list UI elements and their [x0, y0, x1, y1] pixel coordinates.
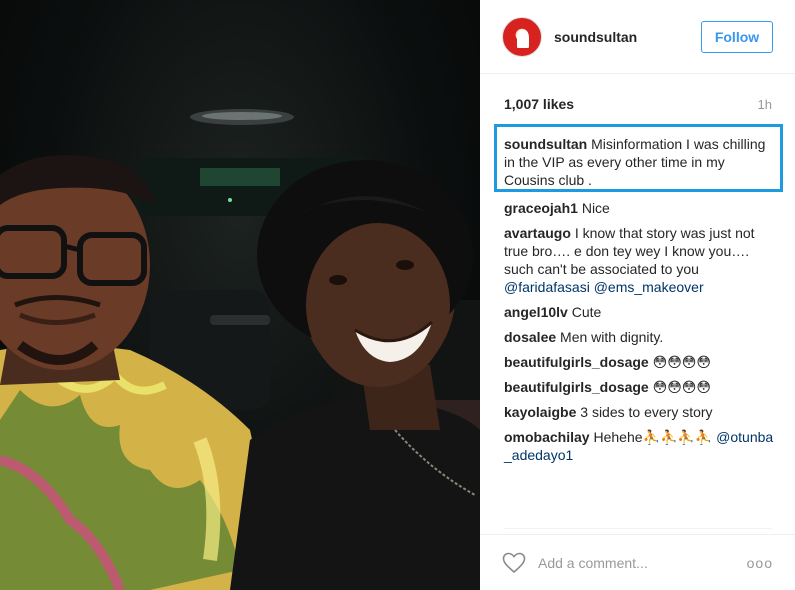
comment-item: kayolaigbe 3 sides to every story — [504, 403, 779, 421]
comment-item: omobachilay Hehehe⛹⛹⛹⛹ @otunba_adedayo1 — [504, 428, 779, 464]
likes-count[interactable]: 1,007 likes — [504, 96, 574, 112]
comment-text: 😳😳😳😳 — [652, 379, 711, 395]
more-options-icon[interactable]: ooo — [747, 555, 773, 571]
comments-list: soundsultan Misinformation I was chillin… — [504, 135, 779, 471]
caption-username[interactable]: soundsultan — [504, 136, 587, 152]
comment-item: beautifulgirls_dosage 😳😳😳😳 — [504, 378, 779, 396]
comment-text: Hehehe⛹⛹⛹⛹ — [593, 429, 713, 445]
post-time[interactable]: 1h — [758, 97, 772, 112]
divider — [504, 528, 772, 529]
profile-avatar[interactable] — [502, 16, 542, 57]
post-photo[interactable] — [0, 0, 480, 590]
follow-button[interactable]: Follow — [701, 20, 773, 53]
comment-text: 😳😳😳😳 — [652, 354, 711, 370]
comment-text: Men with dignity. — [560, 329, 664, 345]
comment-username[interactable]: dosalee — [504, 329, 556, 345]
comment-text: 3 sides to every story — [580, 404, 713, 420]
caption: soundsultan Misinformation I was chillin… — [504, 135, 779, 189]
add-comment-input[interactable] — [538, 554, 747, 571]
comment-username[interactable]: avartaugo — [504, 225, 571, 241]
comment-text: Nice — [581, 200, 610, 216]
comment-item: graceojah1 Nice — [504, 199, 779, 217]
post-username[interactable]: soundsultan — [554, 29, 701, 45]
comment-text: Cute — [571, 304, 602, 320]
comment-username[interactable]: beautifulgirls_dosage — [504, 379, 649, 395]
photo-illustration — [0, 109, 480, 590]
comment-mention[interactable]: @faridafasasi @ems_makeover — [504, 279, 704, 295]
comment-bar: ooo — [480, 534, 795, 590]
comment-username[interactable]: angel10lv — [504, 304, 568, 320]
heart-outline-icon[interactable] — [502, 552, 526, 574]
comment-username[interactable]: kayolaigbe — [504, 404, 576, 420]
comment-item: dosalee Men with dignity. — [504, 328, 779, 346]
instagram-post: soundsultan Follow 1,007 likes 1h sounds… — [0, 0, 795, 590]
comment-username[interactable]: graceojah1 — [504, 200, 578, 216]
comment-username[interactable]: beautifulgirls_dosage — [504, 354, 649, 370]
comment-username[interactable]: omobachilay — [504, 429, 590, 445]
comment-item: beautifulgirls_dosage 😳😳😳😳 — [504, 353, 779, 371]
likes-row: 1,007 likes 1h — [504, 96, 772, 112]
post-header: soundsultan Follow — [480, 0, 795, 74]
post-side-panel: soundsultan Follow 1,007 likes 1h sounds… — [480, 0, 795, 590]
comment-item: angel10lv Cute — [504, 303, 779, 321]
comment-item: avartaugo I know that story was just not… — [504, 224, 779, 296]
